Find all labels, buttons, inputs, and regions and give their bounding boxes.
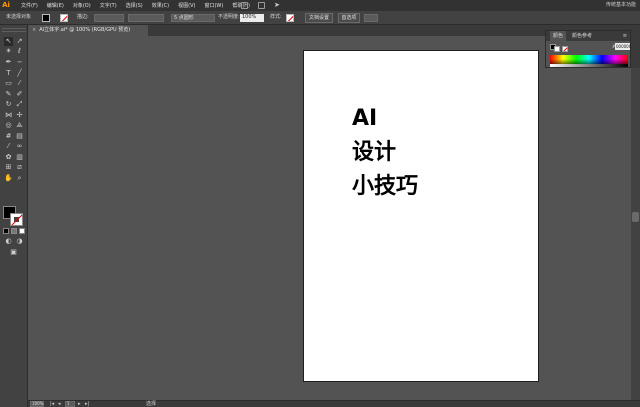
tab-color[interactable]: 颜色 <box>550 31 567 41</box>
menu-select[interactable]: 选择(S) <box>126 2 143 9</box>
artboard-text-line-1[interactable]: AI <box>352 106 377 132</box>
symbol-sprayer-tool-icon[interactable]: ✿ <box>4 153 13 162</box>
vertical-scrollbar[interactable] <box>631 36 640 400</box>
hex-input[interactable]: 000000 <box>615 43 631 50</box>
page-input[interactable]: 1 <box>65 401 75 407</box>
menu-object[interactable]: 对象(O) <box>73 2 91 9</box>
gradient-tool-icon[interactable]: ▤ <box>15 132 24 141</box>
panel-none-swatch[interactable] <box>562 46 568 52</box>
default-colors-icon[interactable] <box>3 228 9 234</box>
zoom-tool-icon[interactable]: ⌕ <box>15 174 24 183</box>
selection-tool-icon[interactable]: ↖ <box>4 37 13 46</box>
screen-mode-icon[interactable]: ▣ <box>9 248 18 257</box>
panel-collapse-strip[interactable] <box>631 30 640 68</box>
style-label: 样式: <box>270 14 282 20</box>
pen-tool-icon[interactable]: ✒ <box>4 58 13 67</box>
artboard-text-line-2[interactable]: 设计 <box>352 140 396 166</box>
status-bar: 100% |◂ ◂ 1 ▸ ▸| 选择 <box>28 400 640 407</box>
brush-dropdown[interactable]: 5 点圆形 <box>171 14 215 22</box>
close-icon[interactable]: × <box>32 27 36 33</box>
artboard-tool-icon[interactable]: ⊞ <box>4 163 13 172</box>
panel-menu-icon[interactable]: ≡ <box>623 33 627 39</box>
panel-tabs: 颜色 颜色参考 ≡ <box>546 31 630 41</box>
stroke-swatch[interactable] <box>60 14 68 22</box>
rectangle-tool-icon[interactable]: ▭ <box>4 79 13 88</box>
send-icon[interactable]: ➤ <box>274 1 280 9</box>
menu-effect[interactable]: 效果(C) <box>152 2 169 9</box>
color-panel: 颜色 颜色参考 ≡ # 000000 <box>545 30 631 68</box>
document-tab[interactable]: × AI立体字.ai* @ 100% (RGB/GPU 预览) <box>28 25 148 36</box>
control-bar: 未选择对象 描边: 5 点圆形 不透明度: 100% 样式: 文档设置 首选项 <box>0 11 640 25</box>
panel-grip[interactable] <box>2 28 26 32</box>
none-swatch-icon[interactable] <box>19 228 25 234</box>
artboard[interactable]: AI 设计 小技巧 <box>303 50 539 382</box>
last-page-icon[interactable]: ▸| <box>85 401 89 407</box>
bridge-icon[interactable] <box>241 2 248 9</box>
menu-view[interactable]: 视图(V) <box>178 2 195 9</box>
menu-bar: Ai 文件(F) 编辑(E) 对象(O) 文字(T) 选择(S) 效果(C) 视… <box>0 0 640 11</box>
perspective-grid-tool-icon[interactable]: ⟁ <box>15 121 24 130</box>
tab-color-guide[interactable]: 颜色参考 <box>572 31 592 41</box>
slice-tool-icon[interactable]: ⧄ <box>15 163 24 172</box>
document-tab-title: AI立体字.ai* @ 100% (RGB/GPU 预览) <box>39 27 131 33</box>
column-graph-tool-icon[interactable]: ▥ <box>15 153 24 162</box>
hand-tool-icon[interactable]: ✋ <box>4 174 13 183</box>
arrange-documents-icon[interactable] <box>258 2 265 9</box>
variable-width-dropdown[interactable] <box>128 14 164 22</box>
preferences-button[interactable]: 首选项 <box>338 13 360 23</box>
draw-mode-icon[interactable]: ◐ <box>4 237 13 246</box>
magic-wand-tool-icon[interactable]: ✶ <box>4 47 13 56</box>
fill-swatch[interactable] <box>42 14 50 22</box>
graphic-style-swatch[interactable] <box>286 14 294 22</box>
shaper-tool-icon[interactable]: ✎ <box>4 90 13 99</box>
stroke-label: 描边: <box>77 14 89 20</box>
tools-panel: ↖ ↗ ✶ ℓ ✒ ∽ T ╱ ▭ ⁄ ✎ ✐ ↻ ⤢ ⋈ ✢ ◎ ⟁ # ▤ … <box>0 25 28 407</box>
shape-builder-tool-icon[interactable]: ◎ <box>4 121 13 130</box>
eyedropper-tool-icon[interactable]: ⁄ <box>4 142 13 151</box>
blend-tool-icon[interactable]: ∞ <box>15 142 24 151</box>
first-page-icon[interactable]: |◂ <box>50 401 54 407</box>
workspace-switcher[interactable]: 传统基本功能 <box>606 0 636 11</box>
type-tool-icon[interactable]: T <box>4 69 13 78</box>
direct-selection-tool-icon[interactable]: ↗ <box>15 37 24 46</box>
color-spectrum[interactable] <box>550 55 628 64</box>
draw-behind-icon[interactable]: ◑ <box>15 237 24 246</box>
mesh-tool-icon[interactable]: # <box>4 132 13 141</box>
menu-edit[interactable]: 编辑(E) <box>47 2 64 9</box>
prev-page-icon[interactable]: ◂ <box>58 401 61 407</box>
status-mode: 选择 <box>146 401 157 407</box>
puppet-warp-tool-icon[interactable]: ✢ <box>15 111 24 120</box>
curvature-tool-icon[interactable]: ∽ <box>15 58 24 67</box>
arrange-dropdown[interactable] <box>364 14 378 22</box>
rotate-tool-icon[interactable]: ↻ <box>4 100 13 109</box>
artboard-text-line-3[interactable]: 小技巧 <box>352 174 418 200</box>
gradient-swatch-icon[interactable] <box>11 228 17 234</box>
stroke-color-swatch[interactable] <box>10 213 23 226</box>
width-tool-icon[interactable]: ⋈ <box>4 111 13 120</box>
lasso-tool-icon[interactable]: ℓ <box>15 47 24 56</box>
line-tool-icon[interactable]: ╱ <box>15 69 24 78</box>
panel-stroke-swatch[interactable] <box>554 46 560 52</box>
scale-tool-icon[interactable]: ⤢ <box>15 100 24 109</box>
menu-file[interactable]: 文件(F) <box>21 2 38 9</box>
document-setup-button[interactable]: 文档设置 <box>305 13 333 23</box>
app-logo: Ai <box>2 1 10 9</box>
paintbrush-tool-icon[interactable]: ⁄ <box>15 79 24 88</box>
stroke-weight-dropdown[interactable] <box>94 14 124 22</box>
next-page-icon[interactable]: ▸ <box>78 401 81 407</box>
pencil-tool-icon[interactable]: ✐ <box>15 90 24 99</box>
menu-window[interactable]: 窗口(W) <box>204 2 223 9</box>
menu-type[interactable]: 文字(T) <box>100 2 117 9</box>
zoom-dropdown[interactable]: 100% <box>30 401 44 407</box>
opacity-label: 不透明度: <box>218 14 240 20</box>
scroll-thumb[interactable] <box>632 212 639 222</box>
selection-status: 未选择对象 <box>6 14 32 20</box>
opacity-input[interactable]: 100% <box>240 14 264 22</box>
grayscale-ramp[interactable] <box>550 64 628 67</box>
